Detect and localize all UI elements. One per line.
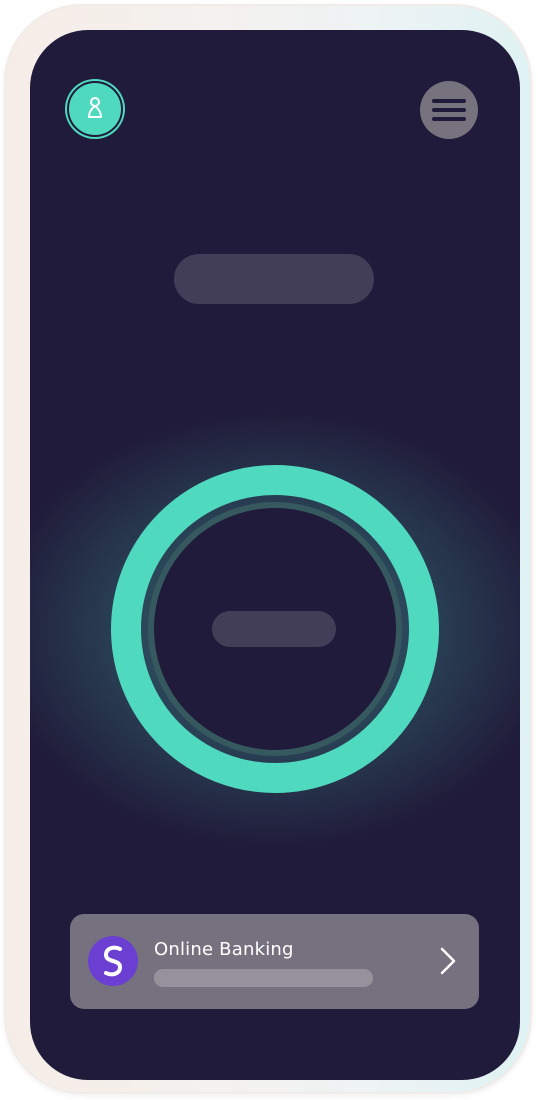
app-screen: Online Banking [30, 30, 520, 1080]
title-placeholder [174, 254, 374, 304]
bank-logo-icon [88, 936, 138, 986]
online-banking-label: Online Banking [154, 939, 294, 960]
chevron-right-icon[interactable] [438, 946, 458, 976]
hamburger-menu-icon [432, 99, 466, 121]
menu-button[interactable] [420, 81, 478, 139]
person-icon [88, 97, 102, 118]
online-banking-card[interactable]: Online Banking [70, 914, 479, 1009]
phone-frame: Online Banking [4, 4, 532, 1094]
button-label-placeholder [212, 611, 336, 647]
profile-button[interactable] [67, 81, 123, 137]
banking-subtitle-placeholder [154, 969, 373, 987]
